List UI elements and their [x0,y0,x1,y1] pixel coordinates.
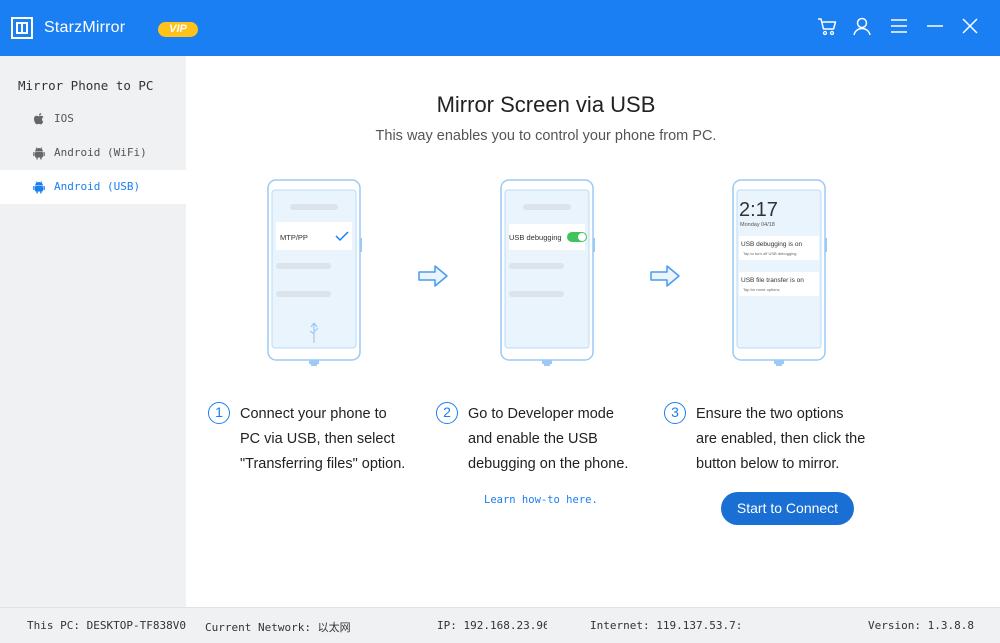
menu-icon[interactable] [887,14,911,38]
step-text-line: "Transferring files" option. [240,456,406,472]
sidebar-item-android-usb[interactable]: Android (USB) [0,170,186,204]
phone-illustration-notifications: 2:17 Monday 04/18 USB debugging is on Ta… [732,179,827,366]
sidebar-item-android-wifi[interactable]: Android (WiFi) [0,136,186,170]
step-text-line: debugging on the phone. [468,456,629,472]
start-to-connect-button[interactable]: Start to Connect [721,492,854,525]
step-number: 2 [436,402,458,424]
sidebar-item-label: Android (USB) [54,180,141,193]
sidebar-item-label: Android (WiFi) [54,146,147,159]
this-pc-info: This PC: DESKTOP-TF838V0 [27,619,186,632]
usb-debugging-label: USB debugging [509,233,562,242]
mtp-option-label: MTP/PP [280,233,308,242]
arrow-right-icon [650,265,680,287]
step-text-line: Connect your phone to [240,406,387,422]
internet-info: Internet: 119.137.53.7: [590,619,743,632]
sidebar-item-label: IOS [54,112,74,125]
notification-file-transfer-title: USB file transfer is on [741,277,804,284]
notification-usb-debugging-title: USB debugging is on [741,241,802,248]
title-bar: StarzMirror VIP [0,0,1000,56]
step-text-line: are enabled, then click the [696,431,866,447]
phone-illustration-debugging: USB debugging [500,179,595,366]
sidebar: Mirror Phone to PC IOS Android (WiFi) An… [0,56,186,607]
apple-icon [34,113,44,125]
step-number: 3 [664,402,686,424]
app-name: StarzMirror [44,19,126,36]
step-text: Ensure the two options are enabled, then… [696,402,886,477]
current-network-info: Current Network: 以太网 [205,621,351,634]
close-icon[interactable] [958,14,982,38]
app-logo-icon [11,17,33,39]
step-number: 1 [208,402,230,424]
sidebar-title: Mirror Phone to PC [18,78,154,93]
cart-icon[interactable] [815,14,839,38]
version-info: Version: 1.3.8.8 [868,619,974,632]
notification-file-transfer-sub: Tap for more options [743,287,779,292]
step-text-line: Ensure the two options [696,406,844,422]
step-text-line: PC via USB, then select [240,431,395,447]
phone-illustration-mtp: MTP/PP [267,179,362,366]
sidebar-item-ios[interactable]: IOS [0,102,186,136]
arrow-right-icon [418,265,448,287]
lockscreen-time: 2:17 [739,199,778,221]
android-icon [33,147,45,160]
ip-info: IP: 192.168.23.96 [437,619,547,632]
status-bar: This PC: DESKTOP-TF838V0 Current Network… [0,607,1000,643]
vip-badge[interactable]: VIP [158,22,198,37]
minimize-icon[interactable] [923,14,947,38]
step-text-line: button below to mirror. [696,456,840,472]
learn-how-to-link[interactable]: Learn how-to here. [484,494,598,506]
step-text-line: Go to Developer mode [468,406,614,422]
lockscreen-date: Monday 04/18 [740,222,775,228]
android-icon [33,181,45,194]
step-text: Connect your phone to PC via USB, then s… [240,402,430,477]
step-text: Go to Developer mode and enable the USB … [468,402,658,477]
user-icon[interactable] [850,14,874,38]
notification-usb-debugging-sub: Tap to turn off USB debugging [743,251,797,256]
page-title: Mirror Screen via USB [436,92,656,117]
page-subtitle: This way enables you to control your pho… [375,128,717,144]
step-text-line: and enable the USB [468,431,598,447]
